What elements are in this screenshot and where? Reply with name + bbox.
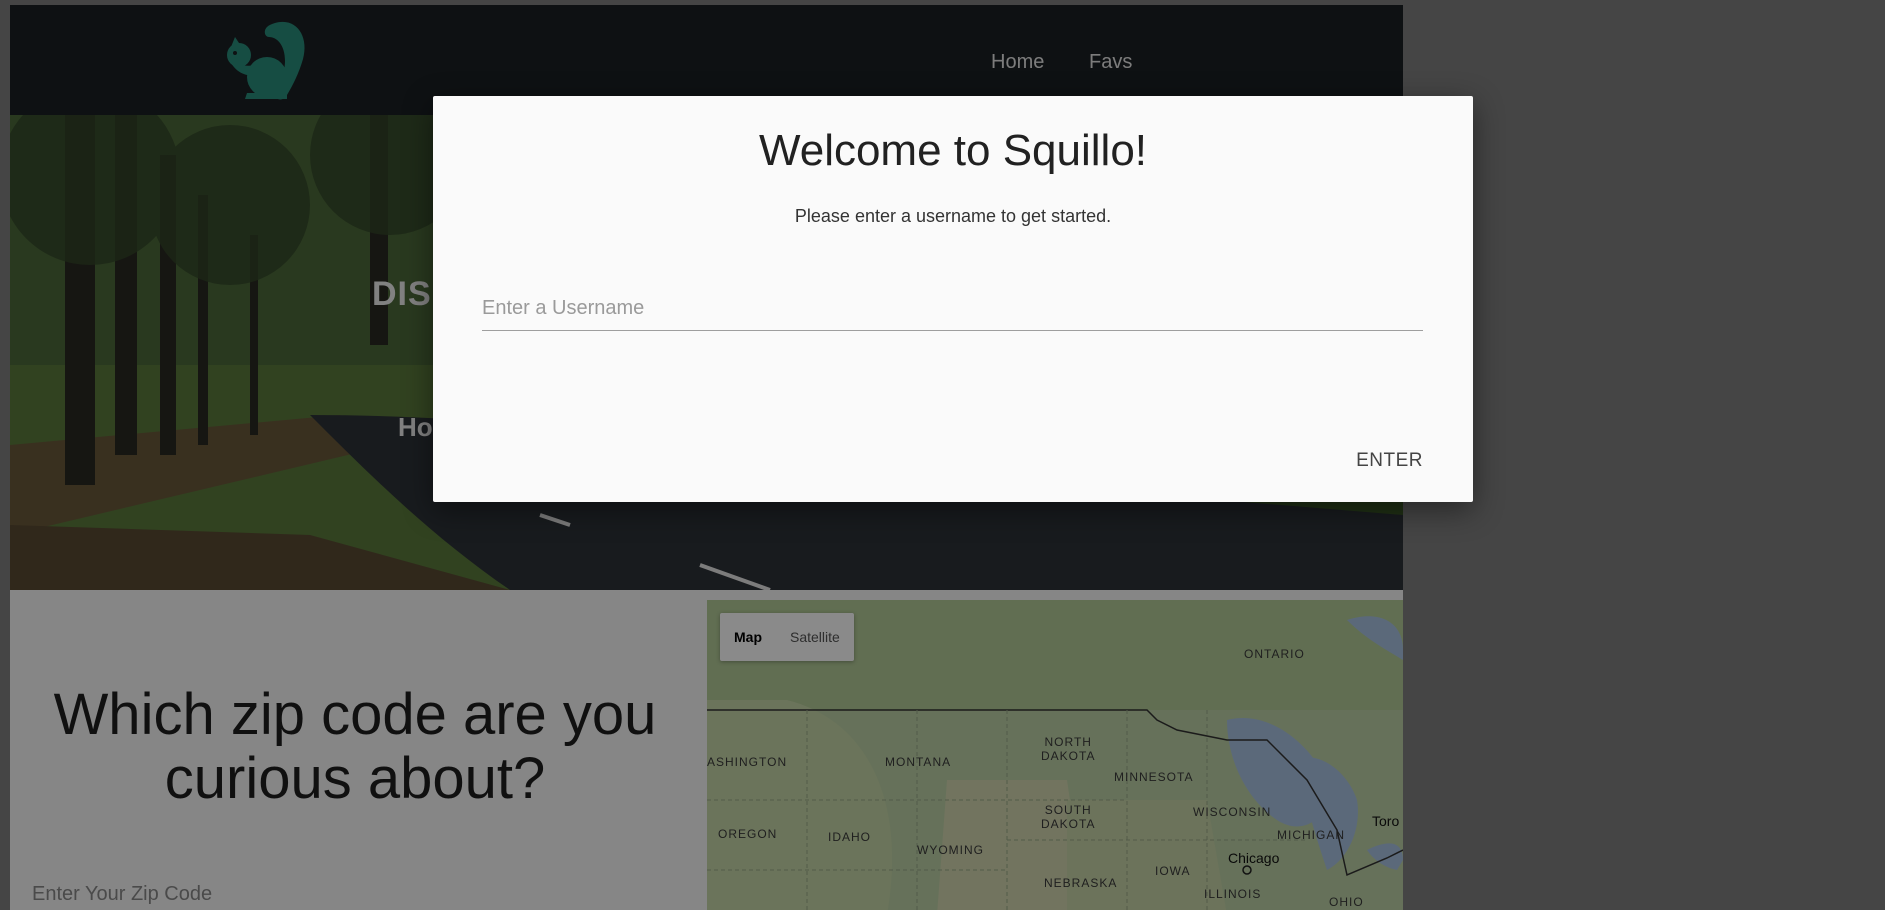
dialog-title: Welcome to Squillo! bbox=[758, 126, 1148, 175]
dialog-subtitle: Please enter a username to get started. bbox=[794, 206, 1112, 226]
welcome-dialog: Welcome to Squillo! Please enter a usern… bbox=[433, 96, 1473, 502]
enter-button[interactable]: ENTER bbox=[1356, 450, 1423, 472]
username-input[interactable] bbox=[482, 286, 1423, 331]
